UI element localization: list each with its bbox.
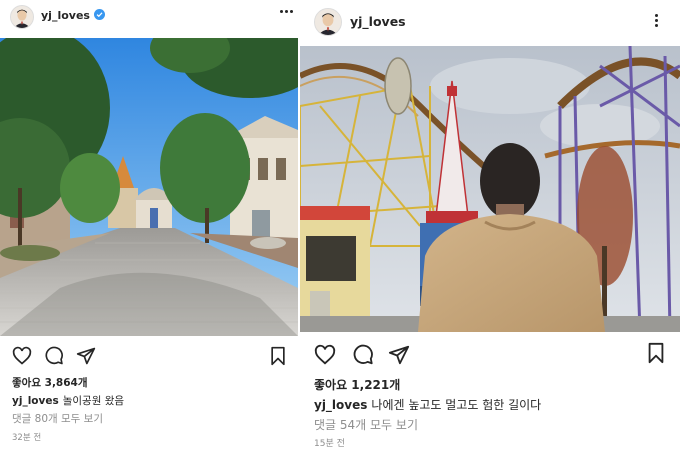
comment-icon[interactable] (352, 344, 374, 370)
more-icon[interactable] (280, 10, 293, 13)
avatar[interactable] (10, 5, 34, 29)
share-icon[interactable] (388, 344, 410, 370)
username-text[interactable]: yj_loves (41, 9, 90, 22)
comment-icon[interactable] (44, 346, 64, 370)
like-count[interactable]: 좋아요 3,864개 (12, 375, 292, 390)
post-timestamp: 32분 전 (12, 433, 42, 443)
post-timestamp: 15분 전 (314, 439, 345, 449)
caption-text: 놀이공원 왔음 (62, 395, 125, 407)
heart-icon[interactable] (314, 344, 336, 370)
action-bar (300, 342, 680, 366)
caption: yj_loves 놀이공원 왔음 (12, 393, 292, 408)
view-comments-link[interactable]: 댓글 54개 모두 보기 (314, 416, 672, 433)
post-card-1: yj_loves 좋아요 3,864개 yj_loves 놀이공원 왔음 댓글 … (0, 0, 300, 452)
caption-text: 나에겐 높고도 멀고도 험한 길이다 (371, 398, 542, 412)
caption-username[interactable]: yj_loves (314, 398, 367, 412)
post-header: yj_loves (0, 5, 300, 29)
username[interactable]: yj_loves (41, 9, 105, 22)
caption: yj_loves 나에겐 높고도 멀고도 험한 길이다 (314, 396, 672, 413)
more-icon[interactable] (655, 14, 658, 27)
caption-username[interactable]: yj_loves (12, 395, 59, 407)
share-icon[interactable] (76, 346, 96, 370)
username[interactable]: yj_loves (350, 14, 406, 29)
post-photo[interactable] (0, 38, 298, 336)
view-comments-link[interactable]: 댓글 80개 모두 보기 (12, 411, 292, 426)
post-photo[interactable] (300, 46, 680, 332)
verified-badge-icon (93, 9, 105, 20)
bookmark-icon[interactable] (645, 342, 667, 368)
avatar[interactable] (314, 8, 342, 36)
post-header: yj_loves (300, 8, 680, 36)
like-count[interactable]: 좋아요 1,221개 (314, 376, 672, 393)
heart-icon[interactable] (12, 346, 32, 370)
post-card-2: yj_loves 좋아요 1,221개 yj_loves 나에겐 높고도 멀고도… (300, 0, 680, 452)
bookmark-icon[interactable] (268, 346, 288, 370)
action-bar (0, 344, 300, 368)
